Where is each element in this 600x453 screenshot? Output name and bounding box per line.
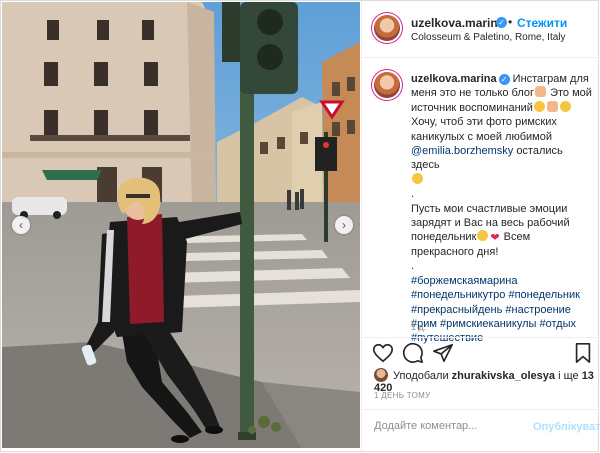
follow-button[interactable]: Стежити bbox=[517, 16, 567, 30]
pray-emoji-icon bbox=[546, 100, 558, 112]
pointing-emoji-icon bbox=[535, 86, 547, 98]
caption-dot: . bbox=[411, 188, 415, 201]
caption-section: uzelkova.marina ✓ Инстаграм для меня это … bbox=[362, 58, 599, 344]
location-link[interactable]: Colosseum & Paletino, Rome, Italy bbox=[411, 32, 566, 43]
heart-emoji-icon: ❤ bbox=[490, 232, 500, 245]
mention-link[interactable]: @emilia.borzhemsky bbox=[411, 145, 513, 157]
heart-eyes-emoji-icon bbox=[559, 100, 571, 112]
comment-box: Опублікувати bbox=[362, 409, 600, 451]
likes-middle: і ще bbox=[558, 370, 579, 382]
smile-emoji-icon bbox=[533, 100, 545, 112]
publish-button[interactable]: Опублікувати bbox=[533, 421, 600, 433]
username-link[interactable]: uzelkova.marina bbox=[411, 16, 504, 30]
verified-badge-icon: ✓ bbox=[496, 17, 507, 28]
liker-username-link[interactable]: zhurakivska_olesya bbox=[452, 370, 555, 382]
post-photo[interactable]: ‹ › bbox=[2, 2, 360, 448]
paper-plane-icon[interactable] bbox=[432, 342, 454, 364]
comment-input[interactable] bbox=[374, 420, 524, 432]
verified-badge-icon: ✓ bbox=[498, 73, 510, 85]
post-header: uzelkova.marina ✓ • Стежити Colosseum & … bbox=[362, 1, 599, 58]
chevron-right-icon[interactable]: › bbox=[335, 216, 353, 234]
liker-avatar bbox=[374, 368, 388, 382]
separator-dot: • bbox=[508, 15, 513, 29]
heart-outline-icon[interactable] bbox=[372, 342, 394, 364]
comment-bubble-icon[interactable] bbox=[402, 342, 424, 364]
street-scene-image bbox=[2, 2, 360, 448]
caption-text: uzelkova.marina ✓ Инстаграм для меня это … bbox=[411, 72, 593, 346]
caption-line: Хочу, чтоб эти фото римских каникулых с … bbox=[411, 116, 557, 143]
hashtag-links[interactable]: #боржемскаямарина #понедельникутро #поне… bbox=[411, 275, 580, 345]
post-date: 1 ДЕНЬ ТОМУ bbox=[374, 391, 431, 400]
post-side-panel: uzelkova.marina ✓ • Стежити Colosseum & … bbox=[361, 1, 600, 451]
post-time: 1 д. bbox=[411, 322, 427, 332]
caption-username-link[interactable]: uzelkova.marina bbox=[411, 73, 497, 85]
bookmark-icon[interactable] bbox=[572, 342, 594, 364]
caption-dot: . bbox=[411, 260, 415, 273]
heart-eyes-emoji-icon bbox=[412, 172, 423, 184]
avatar[interactable] bbox=[374, 72, 400, 98]
avatar[interactable] bbox=[374, 15, 400, 41]
likes-prefix: Уподобали bbox=[393, 370, 449, 382]
chevron-left-icon[interactable]: ‹ bbox=[12, 216, 30, 234]
smile-emoji-icon bbox=[477, 230, 489, 242]
